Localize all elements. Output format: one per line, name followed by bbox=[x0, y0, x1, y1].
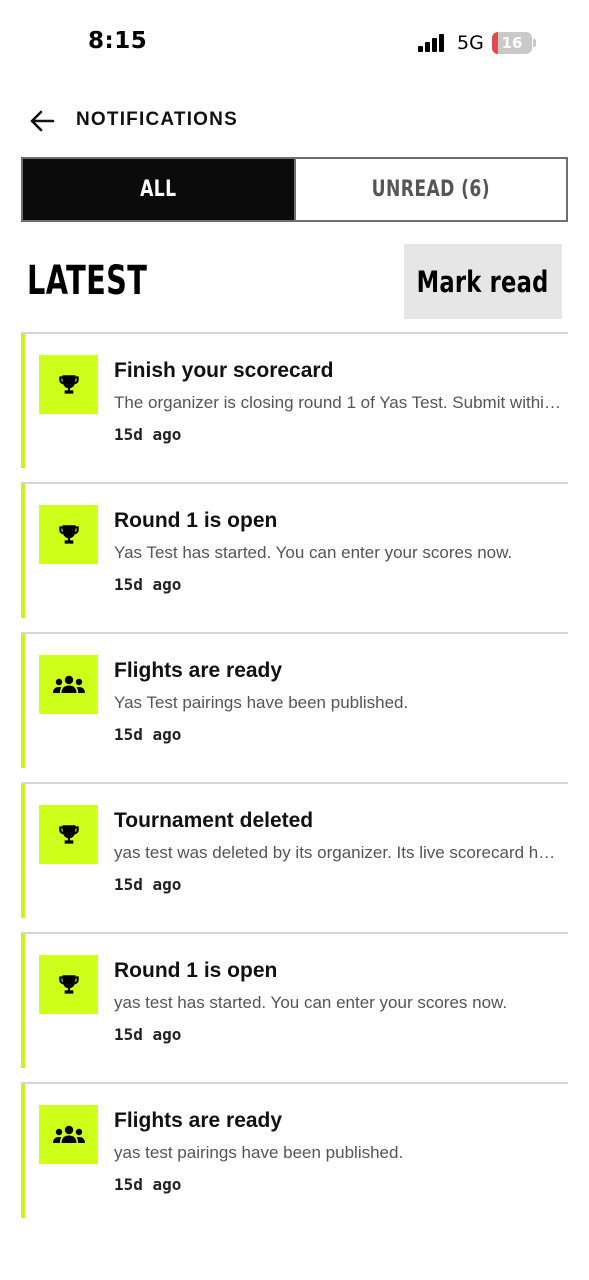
arrow-left-icon bbox=[30, 110, 55, 132]
tab-unread[interactable]: UNREAD (6) bbox=[293, 159, 566, 220]
unread-indicator bbox=[21, 484, 25, 618]
section-title: LATEST bbox=[27, 258, 194, 304]
notification-title: Round 1 is open bbox=[114, 959, 278, 982]
battery-nub bbox=[533, 39, 536, 47]
app-header: NOTIFICATIONS bbox=[0, 96, 589, 144]
notification-title: Round 1 is open bbox=[114, 509, 278, 532]
notification-title: Tournament deleted bbox=[114, 809, 314, 832]
unread-indicator bbox=[21, 934, 25, 1068]
trophy-icon bbox=[58, 374, 79, 394]
notification-icon-box bbox=[39, 805, 98, 864]
section-title-text: LATEST bbox=[27, 258, 148, 304]
notification-time: 15d ago bbox=[114, 725, 182, 744]
notification-icon-box bbox=[39, 505, 98, 564]
notification-item[interactable]: Flights are ready yas test pairings have… bbox=[21, 1082, 568, 1232]
trophy-icon bbox=[58, 974, 79, 994]
status-bar: 8:15 5G 16 bbox=[0, 0, 589, 88]
tab-all-label: ALL bbox=[140, 177, 177, 202]
notification-icon-box bbox=[39, 355, 98, 414]
notification-time: 15d ago bbox=[114, 1175, 182, 1194]
battery-icon: 16 bbox=[492, 32, 532, 54]
notification-title: Flights are ready bbox=[114, 659, 283, 682]
mark-read-button[interactable]: Mark read bbox=[404, 244, 562, 319]
group-icon bbox=[52, 1125, 85, 1143]
notification-icon-box bbox=[39, 655, 98, 714]
filter-tabs: ALL UNREAD (6) bbox=[21, 157, 568, 222]
notification-title: Flights are ready bbox=[114, 1109, 283, 1132]
notification-item[interactable]: Round 1 is open Yas Test has started. Yo… bbox=[21, 482, 568, 632]
unread-indicator bbox=[21, 784, 25, 918]
unread-indicator bbox=[21, 634, 25, 768]
notification-body: yas test has started. You can enter your… bbox=[114, 993, 508, 1012]
notification-time: 15d ago bbox=[114, 875, 182, 894]
unread-indicator bbox=[21, 334, 25, 468]
network-type: 5G bbox=[457, 32, 484, 54]
trophy-icon bbox=[58, 824, 79, 844]
group-icon bbox=[52, 675, 85, 693]
notification-item[interactable]: Round 1 is open yas test has started. Yo… bbox=[21, 932, 568, 1082]
notification-body: yas test was deleted by its organizer. I… bbox=[114, 843, 564, 862]
notification-time: 15d ago bbox=[114, 575, 182, 594]
notification-body: The organizer is closing round 1 of Yas … bbox=[114, 393, 564, 412]
notification-icon-box bbox=[39, 1105, 98, 1164]
cellular-signal-icon bbox=[418, 34, 446, 52]
tab-all[interactable]: ALL bbox=[23, 159, 294, 220]
notification-title: Finish your scorecard bbox=[114, 359, 334, 382]
notification-icon-box bbox=[39, 955, 98, 1014]
notification-item[interactable]: Tournament deleted yas test was deleted … bbox=[21, 782, 568, 932]
back-button[interactable] bbox=[26, 104, 60, 138]
notification-time: 15d ago bbox=[114, 425, 182, 444]
battery-level: 16 bbox=[501, 34, 523, 52]
notification-list: Finish your scorecard The organizer is c… bbox=[21, 332, 568, 1232]
page-title: NOTIFICATIONS bbox=[76, 109, 238, 130]
notification-time: 15d ago bbox=[114, 1025, 182, 1044]
unread-indicator bbox=[21, 1084, 25, 1218]
notification-body: Yas Test pairings have been published. bbox=[114, 693, 409, 712]
notification-body: yas test pairings have been published. bbox=[114, 1143, 404, 1162]
notification-item[interactable]: Flights are ready Yas Test pairings have… bbox=[21, 632, 568, 782]
status-time: 8:15 bbox=[88, 28, 148, 54]
notification-body: Yas Test has started. You can enter your… bbox=[114, 543, 513, 562]
notification-item[interactable]: Finish your scorecard The organizer is c… bbox=[21, 332, 568, 482]
tab-unread-label: UNREAD (6) bbox=[371, 177, 490, 202]
trophy-icon bbox=[58, 524, 79, 544]
mark-read-label: Mark read bbox=[417, 264, 549, 299]
